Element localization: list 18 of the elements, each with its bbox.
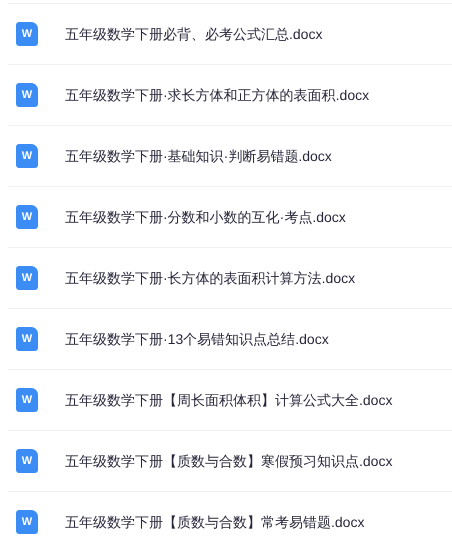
file-name[interactable]: 五年级数学下册·求长方体和正方体的表面积.docx bbox=[65, 84, 370, 106]
document-icon: W bbox=[16, 388, 38, 412]
document-icon: W bbox=[16, 83, 38, 107]
document-icon: W bbox=[16, 510, 38, 534]
document-icon: W bbox=[16, 205, 38, 229]
document-icon: W bbox=[16, 22, 38, 46]
file-name[interactable]: 五年级数学下册·13个易错知识点总结.docx bbox=[65, 328, 329, 350]
document-icon: W bbox=[16, 449, 38, 473]
file-name[interactable]: 五年级数学下册【质数与合数】常考易错题.docx bbox=[65, 512, 364, 532]
file-name[interactable]: 五年级数学下册必背、必考公式汇总.docx bbox=[65, 24, 322, 44]
document-icon: W bbox=[16, 144, 38, 168]
file-name[interactable]: 五年级数学下册·基础知识·判断易错题.docx bbox=[65, 146, 332, 166]
file-name[interactable]: 五年级数学下册·长方体的表面积计算方法.docx bbox=[65, 268, 356, 288]
document-icon: W bbox=[16, 327, 38, 351]
document-icon: W bbox=[16, 266, 38, 290]
file-name[interactable]: 五年级数学下册【周长面积体积】计算公式大全.docx bbox=[65, 390, 392, 410]
file-name[interactable]: 五年级数学下册【质数与合数】寒假预习知识点.docx bbox=[65, 450, 392, 472]
file-name[interactable]: 五年级数学下册·分数和小数的互化·考点.docx bbox=[65, 206, 346, 228]
